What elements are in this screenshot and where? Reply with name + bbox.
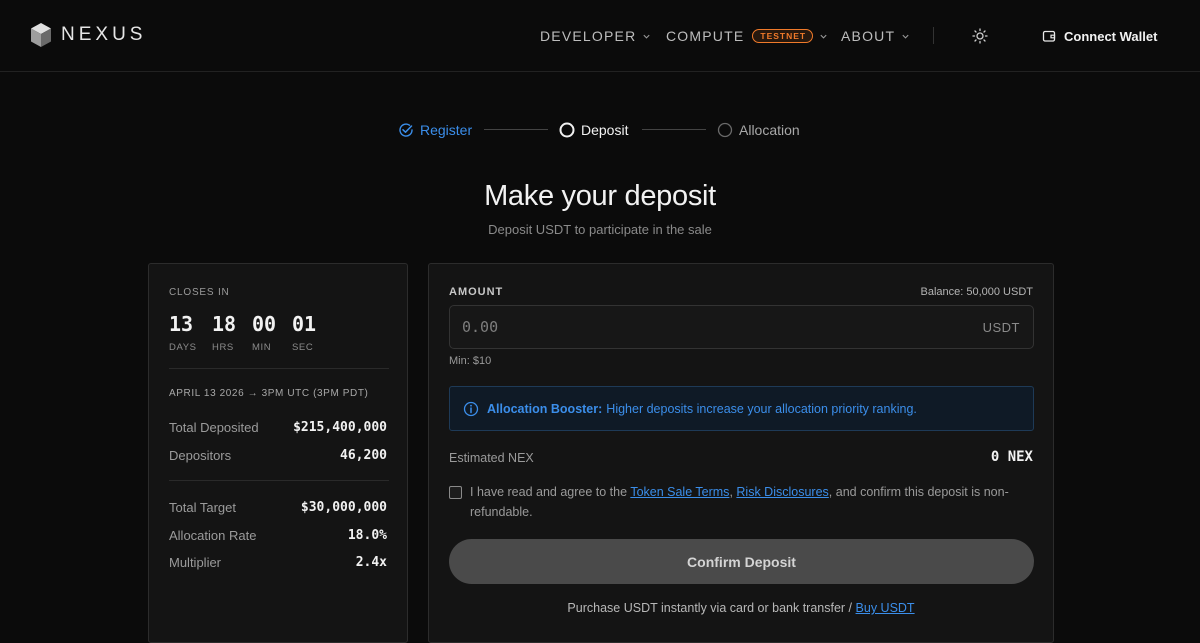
stat-value: 46,200 bbox=[340, 447, 387, 463]
countdown-value: 01 bbox=[292, 312, 317, 336]
step-deposit-label: Deposit bbox=[581, 122, 629, 138]
countdown-seconds: 01 SEC bbox=[292, 312, 332, 353]
testnet-badge: TESTNET bbox=[752, 29, 814, 43]
stat-total-deposited: Total Deposited $215,400,000 bbox=[169, 418, 387, 436]
step-allocation: Allocation bbox=[717, 120, 800, 140]
terms-checkbox[interactable] bbox=[449, 486, 462, 499]
chevron-down-icon bbox=[819, 32, 828, 41]
amount-label: AMOUNT bbox=[449, 286, 504, 298]
terms-prefix: I have read and agree to the bbox=[470, 485, 628, 499]
sale-info-card: CLOSES IN 13 DAYS 18 HRS 00 MIN 01 SEC A… bbox=[148, 263, 408, 643]
stat-label: Depositors bbox=[169, 447, 232, 463]
step-allocation-label: Allocation bbox=[739, 122, 800, 138]
buy-usdt-link[interactable]: Buy USDT bbox=[856, 601, 915, 615]
sun-icon bbox=[972, 28, 988, 44]
step-register-label: Register bbox=[420, 122, 473, 138]
page-subtitle: Deposit USDT to participate in the sale bbox=[488, 222, 712, 237]
terms-agreement: I have read and agree to the Token Sale … bbox=[449, 485, 1034, 522]
theme-toggle-button[interactable] bbox=[970, 26, 990, 46]
booster-text: Higher deposits increase your allocation… bbox=[606, 401, 917, 416]
min-deposit-note: Min: $10 bbox=[449, 355, 492, 367]
countdown-unit: MIN bbox=[252, 342, 272, 353]
buy-prefix: Purchase USDT instantly via card or bank… bbox=[567, 601, 853, 615]
estimated-value: 0 NEX bbox=[990, 449, 1033, 465]
stat-depositors: Depositors 46,200 bbox=[169, 446, 387, 464]
logo-text: NEXUS bbox=[61, 24, 147, 45]
divider bbox=[169, 368, 389, 369]
stat-value: $30,000,000 bbox=[300, 499, 387, 515]
nav-about[interactable]: ABOUT bbox=[841, 26, 910, 46]
terms-comma: , bbox=[729, 485, 733, 499]
stat-total-target: Total Target $30,000,000 bbox=[169, 498, 387, 516]
nav-developer[interactable]: DEVELOPER bbox=[540, 26, 651, 46]
nav-divider bbox=[933, 27, 934, 44]
step-register: Register bbox=[398, 120, 472, 140]
nav-developer-label: DEVELOPER bbox=[540, 28, 637, 44]
estimated-label: Estimated NEX bbox=[449, 451, 534, 465]
step-connector bbox=[484, 129, 548, 130]
stat-label: Allocation Rate bbox=[169, 527, 257, 543]
nav-compute[interactable]: COMPUTE TESTNET bbox=[666, 26, 828, 46]
circle-icon bbox=[717, 122, 733, 138]
cube-logo-icon bbox=[31, 23, 51, 47]
connect-wallet-button[interactable]: Connect Wallet bbox=[1042, 26, 1157, 46]
stat-label: Multiplier bbox=[169, 554, 222, 570]
wallet-icon bbox=[1042, 30, 1056, 42]
countdown-value: 13 bbox=[169, 312, 194, 336]
closes-in-label: CLOSES IN bbox=[169, 287, 230, 298]
check-circle-icon bbox=[399, 123, 413, 137]
page-title: Make your deposit bbox=[484, 180, 716, 212]
countdown-hours: 18 HRS bbox=[212, 312, 252, 353]
terms-text: I have read and agree to the Token Sale … bbox=[470, 482, 1034, 522]
token-sale-terms-link[interactable]: Token Sale Terms bbox=[630, 485, 729, 499]
stat-multiplier: Multiplier 2.4x bbox=[169, 553, 387, 571]
countdown-days: 13 DAYS bbox=[169, 312, 209, 353]
stat-value: 2.4x bbox=[355, 554, 387, 570]
countdown-unit: SEC bbox=[292, 342, 314, 353]
countdown-value: 18 bbox=[212, 312, 237, 336]
info-icon bbox=[463, 401, 479, 416]
stat-allocation-rate: Allocation Rate 18.0% bbox=[169, 526, 387, 544]
nav-about-label: ABOUT bbox=[841, 28, 896, 44]
confirm-deposit-button[interactable]: Confirm Deposit bbox=[449, 539, 1034, 584]
chevron-down-icon bbox=[901, 32, 910, 41]
circle-icon bbox=[559, 122, 575, 138]
step-deposit: Deposit bbox=[559, 120, 628, 140]
countdown-unit: HRS bbox=[212, 342, 234, 353]
amount-field: USDT bbox=[449, 305, 1034, 349]
allocation-booster-notice: Allocation Booster: Higher deposits incr… bbox=[449, 386, 1034, 431]
balance-text: Balance: 50,000 USDT bbox=[920, 286, 1033, 298]
connect-wallet-label: Connect Wallet bbox=[1064, 28, 1158, 44]
logo[interactable]: NEXUS bbox=[30, 22, 146, 48]
sale-date: APRIL 13 2026 → 3PM UTC (3PM PDT) bbox=[169, 388, 369, 399]
stat-value: $215,400,000 bbox=[293, 419, 387, 435]
stat-label: Total Target bbox=[169, 499, 236, 515]
deposit-form-card: AMOUNT Balance: 50,000 USDT USDT Min: $1… bbox=[428, 263, 1054, 643]
stat-label: Total Deposited bbox=[169, 419, 259, 435]
chevron-down-icon bbox=[642, 32, 651, 41]
amount-unit: USDT bbox=[982, 320, 1020, 335]
countdown-unit: DAYS bbox=[169, 342, 197, 353]
booster-title: Allocation Booster: bbox=[487, 401, 603, 416]
stat-value: 18.0% bbox=[347, 527, 387, 543]
risk-disclosures-link[interactable]: Risk Disclosures bbox=[736, 485, 828, 499]
amount-input[interactable] bbox=[450, 306, 950, 348]
buy-usdt-note: Purchase USDT instantly via card or bank… bbox=[429, 601, 1053, 615]
divider bbox=[169, 480, 389, 481]
step-connector bbox=[642, 129, 706, 130]
nav-compute-label: COMPUTE bbox=[666, 28, 745, 44]
top-nav-bar: NEXUS DEVELOPER COMPUTE TESTNET ABOUT Co… bbox=[0, 0, 1200, 72]
countdown-minutes: 00 MIN bbox=[252, 312, 292, 353]
countdown-value: 00 bbox=[252, 312, 277, 336]
